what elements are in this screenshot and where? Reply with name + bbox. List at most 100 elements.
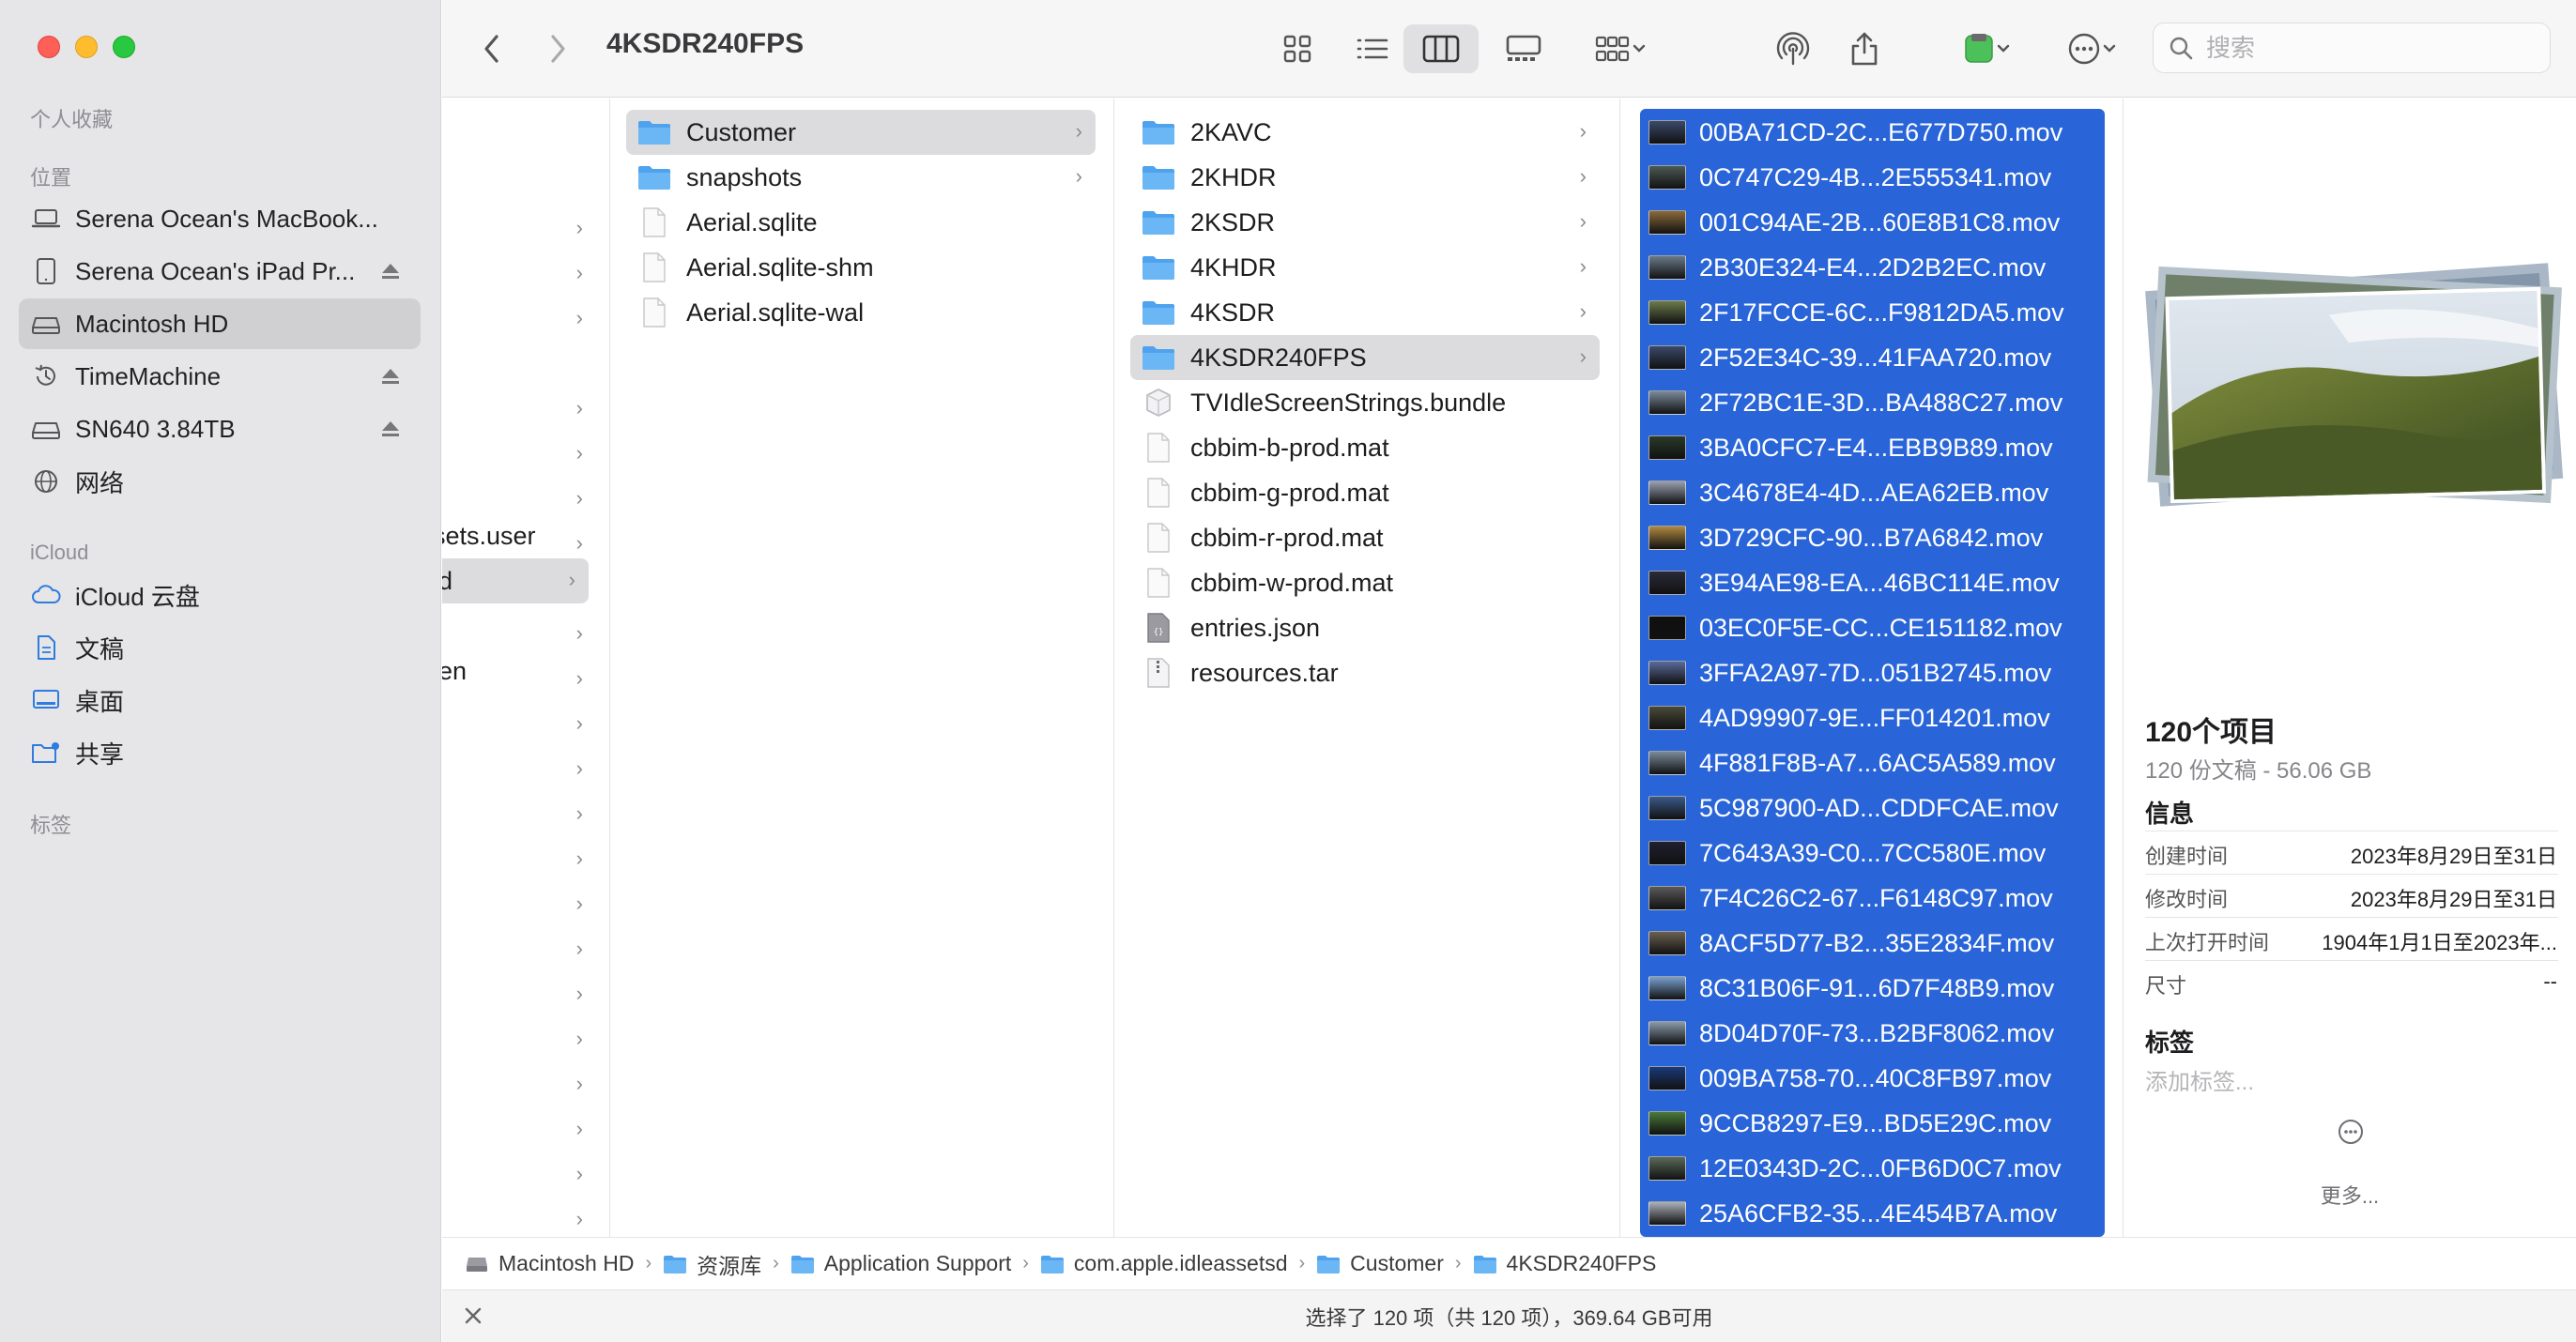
path-crumb[interactable]: Customer [1316,1251,1444,1276]
file-row[interactable]: cbbim-b-prod.mat [1130,425,1600,470]
document-icon [30,632,62,663]
icon-view-button[interactable] [1265,24,1330,73]
tags-button[interactable] [1944,24,2029,73]
movie-file-row[interactable]: 8ACF5D77-B2...35E2834F.mov [1648,921,2099,966]
movie-file-row[interactable]: 3C4678E4-4D...AEA62EB.mov [1648,470,2099,515]
search-input[interactable] [2206,34,2525,63]
gallery-icon [1504,33,1543,65]
movie-file-row[interactable]: 4AD99907-9E...FF014201.mov [1648,695,2099,740]
movie-file-row[interactable]: 001C94AE-2B...60E8B1C8.mov [1648,200,2099,245]
back-button[interactable] [468,24,515,73]
movie-file-row[interactable]: 7C643A39-C0...7CC580E.mov [1648,831,2099,876]
eject-icon[interactable] [380,367,401,386]
folder-row[interactable]: 4KHDR› [1130,245,1600,290]
more-circle-icon[interactable] [2337,1118,2365,1151]
eject-button[interactable] [372,367,409,386]
forward-button[interactable] [534,24,581,73]
sidebar-item-location[interactable]: Macintosh HD [19,298,421,349]
movie-file-row[interactable]: 3E94AE98-EA...46BC114E.mov [1648,560,2099,605]
sidebar-item-location[interactable]: SN640 3.84TB [19,404,421,454]
file-row[interactable]: Aerial.sqlite-shm [626,245,1096,290]
sidebar-item-location[interactable]: Serena Ocean's iPad Pr... [19,246,421,297]
folder-row[interactable]: snapshots› [626,155,1096,200]
sidebar-item-location[interactable]: TimeMachine [19,351,421,402]
more-actions-button[interactable] [2049,24,2134,73]
column-1-row[interactable]: en [442,648,551,694]
movie-file-row[interactable]: 2F17FCCE-6C...F9812DA5.mov [1648,290,2099,335]
movie-file-row[interactable]: 00BA71CD-2C...E677D750.mov [1648,110,2099,155]
file-row[interactable]: Aerial.sqlite [626,200,1096,245]
path-crumb[interactable]: Application Support [790,1251,1011,1276]
add-tags-field[interactable]: 添加标签... [2145,1063,2254,1096]
movie-file-row[interactable]: 3FFA2A97-7D...051B2745.mov [1648,650,2099,695]
folder-row[interactable]: Customer› [626,110,1096,155]
movie-file-row[interactable]: 03EC0F5E-CC...CE151182.mov [1648,605,2099,650]
movie-file-row[interactable]: 0C747C29-4B...2E555341.mov [1648,155,2099,200]
zoom-window-button[interactable] [113,36,135,58]
file-row[interactable]: cbbim-g-prod.mat [1130,470,1600,515]
search-field[interactable] [2153,23,2551,73]
movie-file-row[interactable]: 009BA758-70...40C8FB97.mov [1648,1056,2099,1101]
folder-row[interactable]: 2KAVC› [1130,110,1600,155]
airdrop-button[interactable] [1760,24,1826,73]
sidebar-item-icloud[interactable]: 共享 [19,727,421,778]
path-crumb[interactable]: 4KSDR240FPS [1473,1251,1657,1276]
eject-icon[interactable] [380,419,401,438]
path-crumb[interactable]: 资源库 [663,1248,761,1280]
movie-file-row[interactable]: 9CCB8297-E9...BD5E29C.mov [1648,1101,2099,1146]
close-pathbar-button[interactable] [461,1304,485,1334]
movie-file-row[interactable]: 8D04D70F-73...B2BF8062.mov [1648,1011,2099,1056]
movie-file-row[interactable]: 7F4C26C2-67...F6148C97.mov [1648,876,2099,921]
eject-button[interactable] [372,419,409,438]
path-crumb[interactable]: Macintosh HD [465,1251,634,1276]
movie-file-row[interactable]: 3BA0CFC7-E4...EBB9B89.mov [1648,425,2099,470]
column-1[interactable]: ››››››››››››››››››››››››d›sets.useren [442,99,610,1237]
close-window-button[interactable] [38,36,60,58]
folder-row[interactable]: 2KHDR› [1130,155,1600,200]
folder-row[interactable]: 4KSDR› [1130,290,1600,335]
eject-icon[interactable] [380,262,401,281]
column-1-row[interactable]: sets.user [442,513,551,558]
more-button[interactable]: 更多... [2303,1180,2397,1210]
chevron-right-icon: › [1076,119,1082,144]
eject-button[interactable] [372,262,409,281]
folder-row[interactable]: 4KSDR240FPS› [1130,335,1600,380]
movie-file-row[interactable]: 8C31B06F-91...6D7F48B9.mov [1648,966,2099,1011]
share-button[interactable] [1832,24,1897,73]
list-view-button[interactable] [1340,24,1405,73]
chevron-right-icon: › [576,306,583,330]
file-row[interactable]: TVIdleScreenStrings.bundle [1130,380,1600,425]
column-2[interactable]: Customer›snapshots›Aerial.sqliteAerial.s… [611,99,1114,1237]
row-label: resources.tar [1190,659,1339,688]
movie-file-row[interactable]: 4F881F8B-A7...6AC5A589.mov [1648,740,2099,785]
movie-file-row[interactable]: 12E0343D-2C...0FB6D0C7.mov [1648,1146,2099,1191]
movie-file-row[interactable]: 2F52E34C-39...41FAA720.mov [1648,335,2099,380]
sidebar-item-icloud[interactable]: iCloud 云盘 [19,570,421,620]
drive-icon [465,1253,491,1275]
file-row[interactable]: resources.tar [1130,650,1600,695]
file-icon [636,297,673,328]
minimize-window-button[interactable] [75,36,98,58]
movie-file-row[interactable]: 2B30E324-E4...2D2B2EC.mov [1648,245,2099,290]
folder-row[interactable]: 2KSDR› [1130,200,1600,245]
gallery-view-button[interactable] [1486,24,1561,73]
sidebar-item-icloud[interactable]: 文稿 [19,622,421,673]
file-row[interactable]: cbbim-w-prod.mat [1130,560,1600,605]
row-label: 7F4C26C2-67...F6148C97.mov [1699,884,2053,913]
file-row[interactable]: {}entries.json [1130,605,1600,650]
chevron-right-icon: › [1580,254,1587,279]
path-crumb[interactable]: com.apple.idleassetsd [1040,1251,1288,1276]
column-view-button[interactable] [1403,24,1479,73]
column-1-selected-row[interactable]: d› [442,558,589,603]
file-row[interactable]: Aerial.sqlite-wal [626,290,1096,335]
sidebar-item-icloud[interactable]: 桌面 [19,675,421,725]
sidebar-item-location[interactable]: Serena Ocean's MacBook... [19,193,421,244]
movie-file-row[interactable]: 5C987900-AD...CDDFCAE.mov [1648,785,2099,831]
group-by-button[interactable] [1578,24,1663,73]
movie-file-row[interactable]: 25A6CFB2-35...4E454B7A.mov [1648,1191,2099,1236]
movie-file-row[interactable]: 3D729CFC-90...B7A6842.mov [1648,515,2099,560]
sidebar-item-location[interactable]: 网络 [19,456,421,507]
file-row[interactable]: cbbim-r-prod.mat [1130,515,1600,560]
column-3[interactable]: 2KAVC›2KHDR›2KSDR›4KHDR›4KSDR›4KSDR240FP… [1115,99,1620,1237]
movie-file-row[interactable]: 2F72BC1E-3D...BA488C27.mov [1648,380,2099,425]
